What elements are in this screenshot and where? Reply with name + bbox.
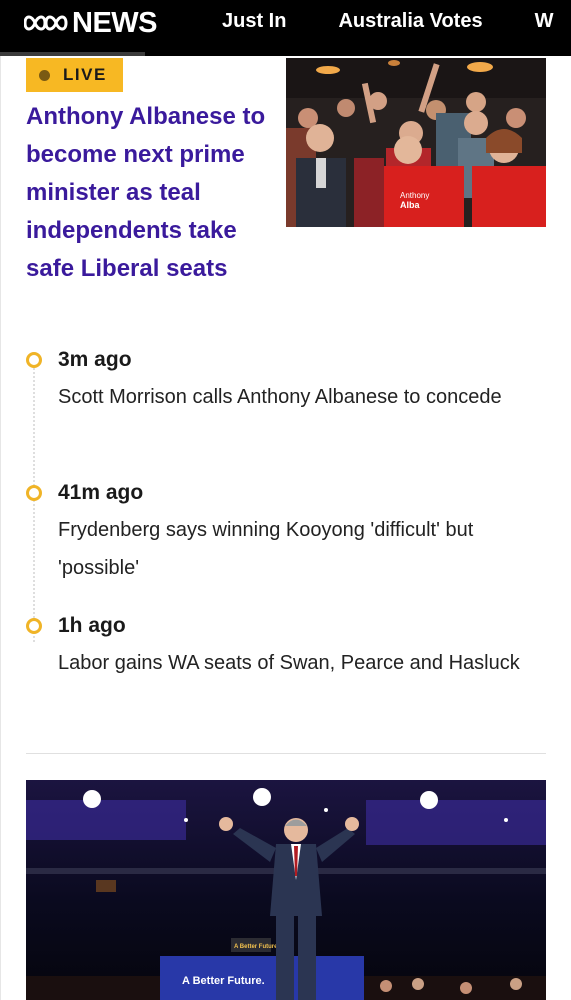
hero-image-shirt-text-2: Alba [400, 200, 420, 210]
timeline-dot-icon [26, 618, 42, 634]
timeline-time: 3m ago [58, 348, 132, 371]
live-indicator-dot [39, 69, 50, 81]
nav-item-just-in[interactable]: Just In [222, 9, 286, 33]
section-divider [26, 753, 546, 754]
timeline-text[interactable]: Frydenberg says winning Kooyong 'difficu… [58, 511, 528, 587]
abc-news-logo[interactable]: NEWS [24, 7, 158, 39]
story-headline[interactable]: Anthony Albanese to become next prime mi… [26, 98, 271, 288]
story-hero-image[interactable]: Anthony Alba [286, 58, 546, 227]
top-navigation-bar: NEWS Just In Australia Votes W [0, 0, 571, 56]
nav-item-australia-votes[interactable]: Australia Votes [338, 9, 482, 33]
live-badge: LIVE [26, 58, 123, 92]
nav-active-indicator [0, 52, 145, 56]
timeline-item[interactable]: 3m ago Scott Morrison calls Anthony Alba… [24, 340, 554, 473]
timeline-dot-icon [26, 485, 42, 501]
brand-name: NEWS [72, 7, 158, 39]
timeline-time: 1h ago [58, 614, 126, 637]
timeline-item[interactable]: 1h ago Labor gains WA seats of Swan, Pea… [24, 606, 554, 739]
timeline-text[interactable]: Labor gains WA seats of Swan, Pearce and… [58, 644, 528, 682]
timeline-item[interactable]: 41m ago Frydenberg says winning Kooyong … [24, 473, 554, 606]
main-nav: Just In Australia Votes W [222, 9, 571, 33]
stage-banner-text: A Better Future. [182, 975, 265, 987]
abc-logo-icon [24, 15, 68, 31]
hero-image-shirt-text: Anthony [400, 191, 429, 200]
live-updates-timeline: 3m ago Scott Morrison calls Anthony Alba… [24, 340, 554, 739]
timeline-dot-icon [26, 352, 42, 368]
nav-item-truncated[interactable]: W [535, 9, 554, 33]
story-image-albanese-stage[interactable]: A Better Future A Better Future. [26, 780, 546, 1000]
page-left-border [0, 56, 1, 1000]
timeline-time: 41m ago [58, 481, 144, 504]
timeline-text[interactable]: Scott Morrison calls Anthony Albanese to… [58, 378, 528, 416]
live-badge-label: LIVE [63, 65, 107, 84]
podium-text: A Better Future [234, 944, 278, 950]
